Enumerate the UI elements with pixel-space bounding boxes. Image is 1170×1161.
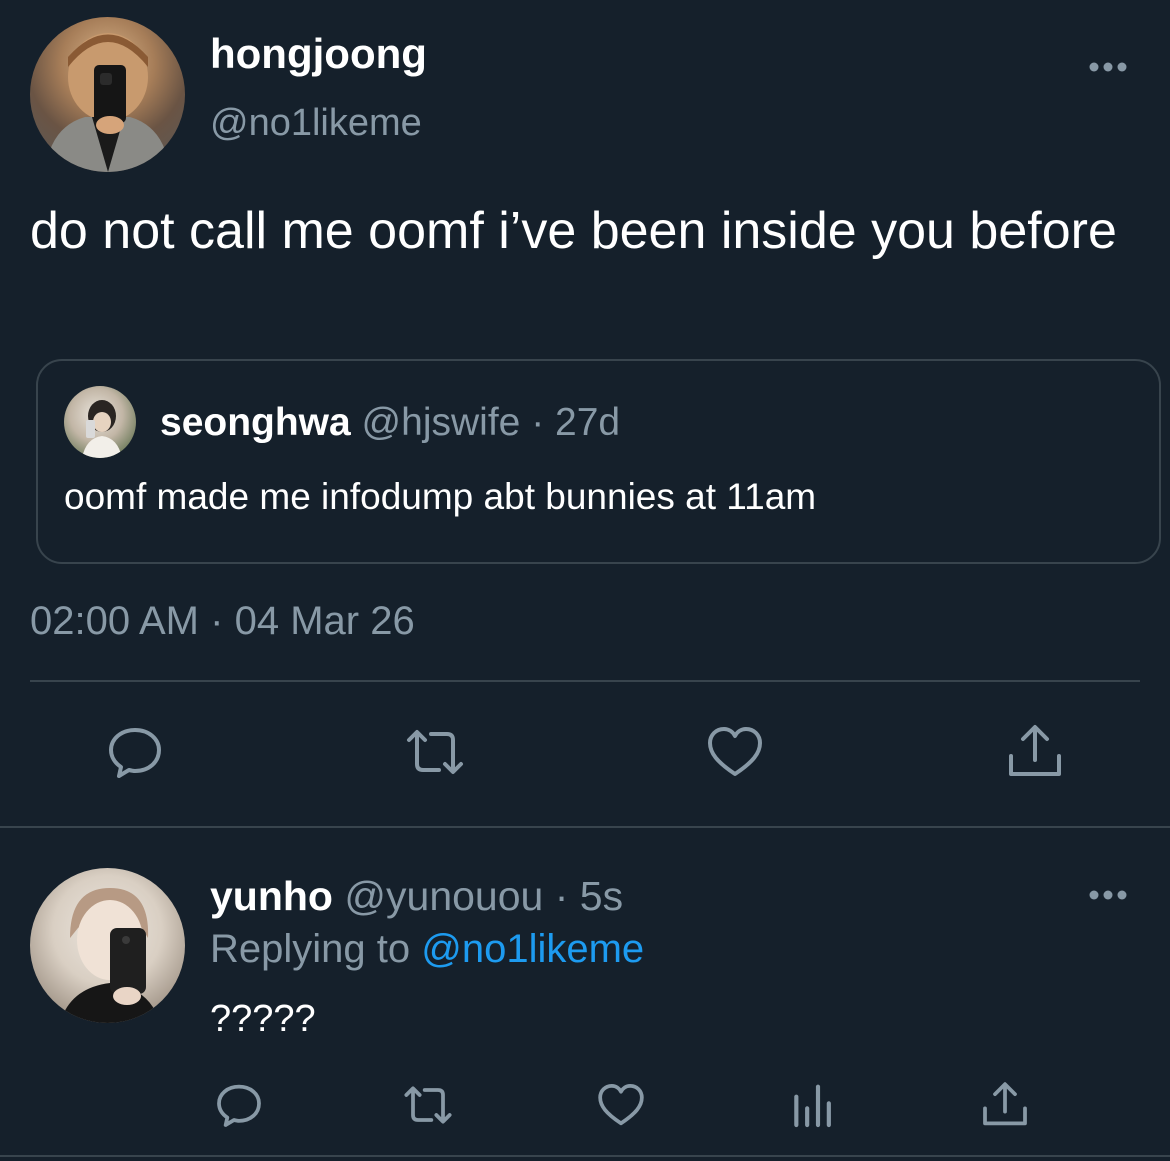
- replying-to: Replying to @no1likeme: [210, 925, 644, 973]
- like-icon[interactable]: [596, 1080, 646, 1130]
- reply-icon[interactable]: [214, 1080, 264, 1130]
- reply-actions: [0, 1080, 1170, 1136]
- tweet-text: do not call me oomf i’ve been inside you…: [30, 202, 1117, 260]
- tweet-date: 04 Mar 26: [234, 599, 415, 643]
- tweet-timestamp[interactable]: 02:00 AM · 04 Mar 26: [30, 597, 415, 645]
- share-icon[interactable]: [980, 1080, 1030, 1130]
- reply-text: ?????: [210, 998, 316, 1040]
- divider: [30, 680, 1140, 682]
- quote-header: seonghwa @hjswife · 27d: [160, 399, 620, 447]
- avatar[interactable]: [64, 386, 136, 458]
- reply-icon[interactable]: [105, 722, 165, 782]
- reply-header: yunho @yunouou · 5s: [210, 872, 623, 920]
- user-handle[interactable]: @yunouou: [344, 873, 543, 919]
- quote-age: 27d: [555, 401, 621, 444]
- divider: [0, 826, 1170, 828]
- tweet-actions: [0, 722, 1170, 786]
- retweet-icon[interactable]: [403, 1080, 453, 1130]
- separator-dot: ·: [554, 873, 569, 919]
- like-icon[interactable]: [705, 722, 765, 782]
- divider: [0, 1155, 1170, 1157]
- tweet-time: 02:00 AM: [30, 599, 200, 643]
- tweet-detail-page: hongjoong @no1likeme do not call me oomf…: [0, 0, 1170, 1161]
- quoted-tweet[interactable]: seonghwa @hjswife · 27d oomf made me inf…: [36, 359, 1161, 564]
- separator-dot: ·: [210, 599, 224, 643]
- display-name[interactable]: yunho: [210, 873, 333, 919]
- more-horizontal-icon[interactable]: [1085, 880, 1131, 910]
- display-name[interactable]: hongjoong: [210, 30, 427, 78]
- avatar[interactable]: [30, 17, 185, 172]
- more-horizontal-icon[interactable]: [1085, 52, 1131, 82]
- replying-prefix: Replying to: [210, 927, 411, 971]
- user-handle[interactable]: @no1likeme: [210, 100, 422, 146]
- analytics-icon[interactable]: [788, 1080, 838, 1130]
- separator-dot: ·: [531, 401, 545, 444]
- reply-age: 5s: [579, 873, 624, 919]
- replying-to-link[interactable]: @no1likeme: [421, 927, 644, 971]
- share-icon[interactable]: [1005, 722, 1065, 782]
- quote-text: oomf made me infodump abt bunnies at 11a…: [64, 476, 817, 517]
- quote-handle[interactable]: @hjswife: [362, 401, 521, 444]
- retweet-icon[interactable]: [405, 722, 465, 782]
- quote-display-name[interactable]: seonghwa: [160, 401, 351, 444]
- avatar[interactable]: [30, 868, 185, 1023]
